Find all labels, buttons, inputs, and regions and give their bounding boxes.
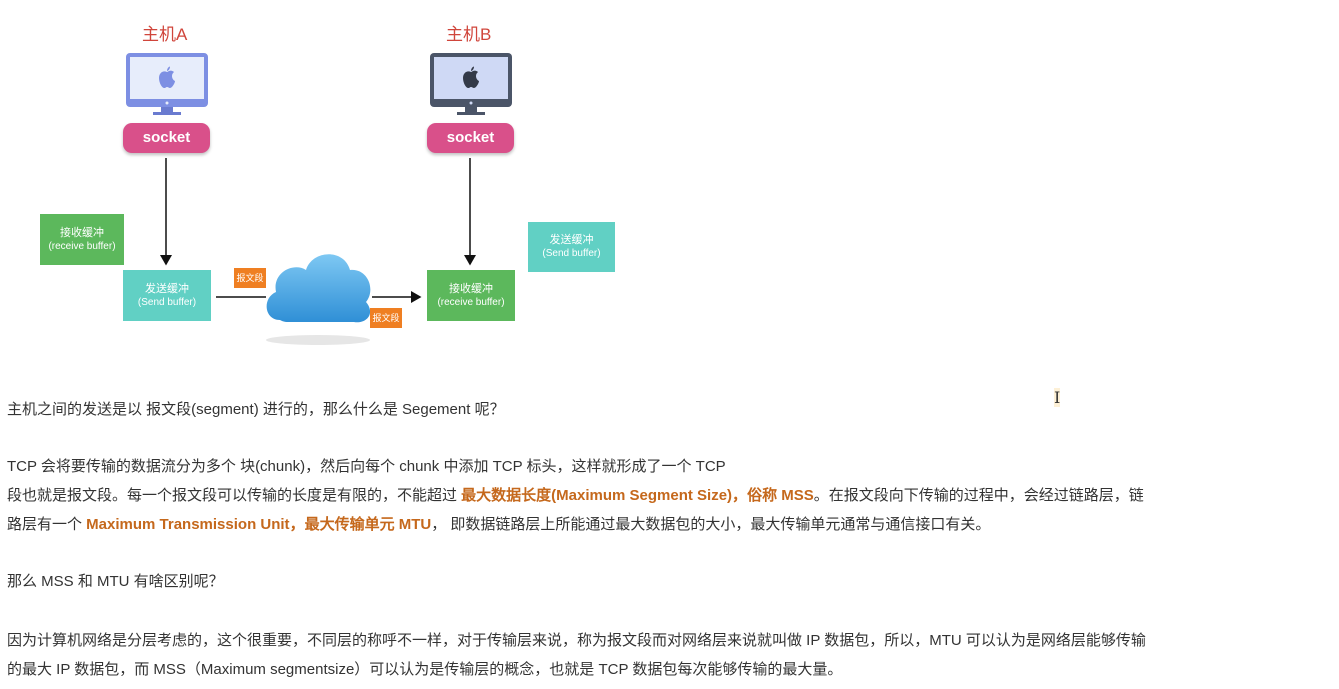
buffer-sublabel: (Send buffer) bbox=[542, 248, 601, 259]
paragraph-tcp-line-1: TCP 会将要传输的数据流分为多个 块(chunk)，然后向每个 chunk 中… bbox=[7, 458, 726, 475]
paragraph-tcp-line-2: 段也就是报文段。每一个报文段可以传输的长度是有限的，不能超过 最大数据长度(Ma… bbox=[7, 481, 1144, 510]
buffer-sublabel: (Send buffer) bbox=[137, 296, 197, 308]
buffer-sublabel: (receive buffer) bbox=[48, 240, 116, 252]
buffer-label: 发送缓冲 bbox=[549, 234, 594, 246]
text-cursor-icon: I bbox=[1054, 388, 1061, 407]
text-segment: ， bbox=[732, 487, 748, 504]
text-segment: 。在报文段向下传输的过程中，会经过链路层，链 bbox=[813, 487, 1144, 504]
buffer-sublabel: (receive buffer) bbox=[437, 296, 505, 308]
paragraph-answer-line-2: 的最大 IP 数据包，而 MSS（Maximum segmentsize）可以认… bbox=[7, 661, 843, 678]
highlight-mss: 俗称 MSS bbox=[747, 487, 814, 504]
paragraph-answer-line-1: 因为计算机网络是分层考虑的，这个很重要，不同层的称呼不一样，对于传输层来说，称为… bbox=[7, 632, 1146, 649]
text-segment: ， 即数据链路层上所能通过最大数据包的大小，最大传输单元通常与通信接口有关。 bbox=[431, 516, 991, 533]
highlight-mtu: 最大传输单元 MTU bbox=[304, 516, 432, 533]
buffer-label: 发送缓冲 bbox=[145, 282, 189, 295]
paragraph-question: 那么 MSS 和 MTU 有啥区别呢？ bbox=[7, 573, 224, 590]
cloud-icon bbox=[266, 254, 371, 345]
host-a-send-buffer: 发送缓冲 (Send buffer) bbox=[123, 270, 211, 321]
highlight-mss-full: 最大数据长度(Maximum Segment Size) bbox=[461, 487, 733, 504]
buffer-label: 接收缓冲 bbox=[60, 226, 104, 239]
buffer-label: 接收缓冲 bbox=[449, 282, 493, 295]
segment-tag: 报文段 bbox=[370, 308, 402, 328]
host-b-receive-buffer: 接收缓冲 (receive buffer) bbox=[427, 270, 515, 321]
text-segment: ， bbox=[289, 516, 305, 533]
segment-tag: 报文段 bbox=[234, 268, 266, 288]
text-segment: 路层有一个 bbox=[7, 516, 87, 533]
paragraph-intro: 主机之间的发送是以 报文段(segment) 进行的，那么什么是 Segemen… bbox=[7, 401, 505, 418]
host-a-receive-buffer: 接收缓冲 (receive buffer) bbox=[40, 214, 124, 265]
text-segment: 段也就是报文段。每一个报文段可以传输的长度是有限的，不能超过 bbox=[7, 487, 462, 504]
host-b-send-buffer: 发送缓冲 (Send buffer) bbox=[528, 222, 615, 272]
paragraph-tcp-line-3: 路层有一个 Maximum Transmission Unit，最大传输单元 M… bbox=[7, 510, 990, 539]
highlight-mtu-full: Maximum Transmission Unit bbox=[86, 516, 290, 533]
